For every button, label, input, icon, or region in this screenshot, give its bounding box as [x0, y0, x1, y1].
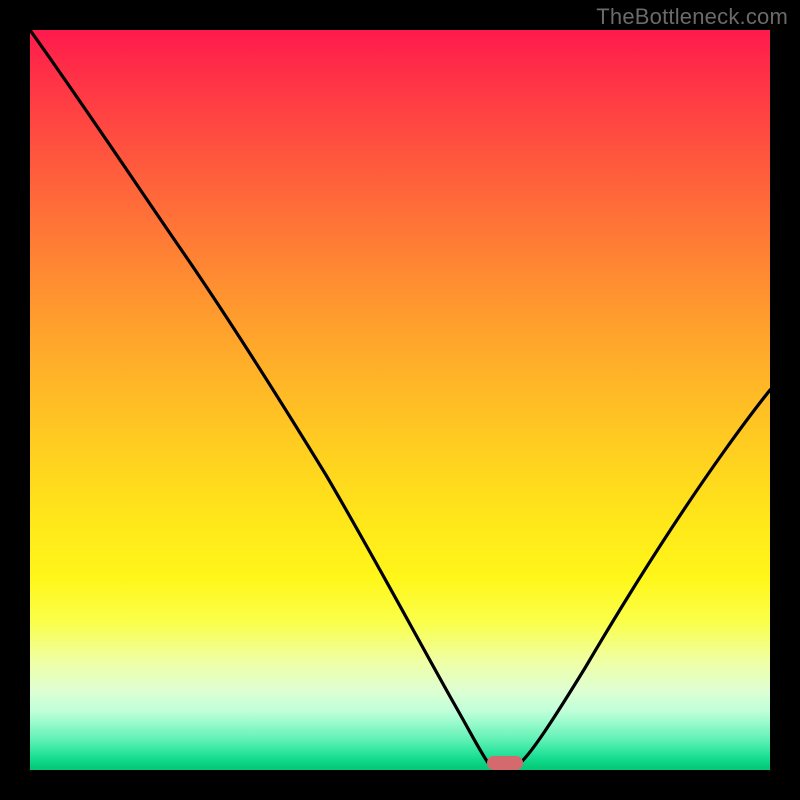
watermark-text: TheBottleneck.com [596, 4, 788, 30]
bottleneck-curve-svg [30, 30, 770, 770]
bottleneck-curve-path [30, 30, 770, 764]
chart-frame: TheBottleneck.com [0, 0, 800, 800]
plot-area [30, 30, 770, 770]
optimum-marker [487, 756, 523, 770]
